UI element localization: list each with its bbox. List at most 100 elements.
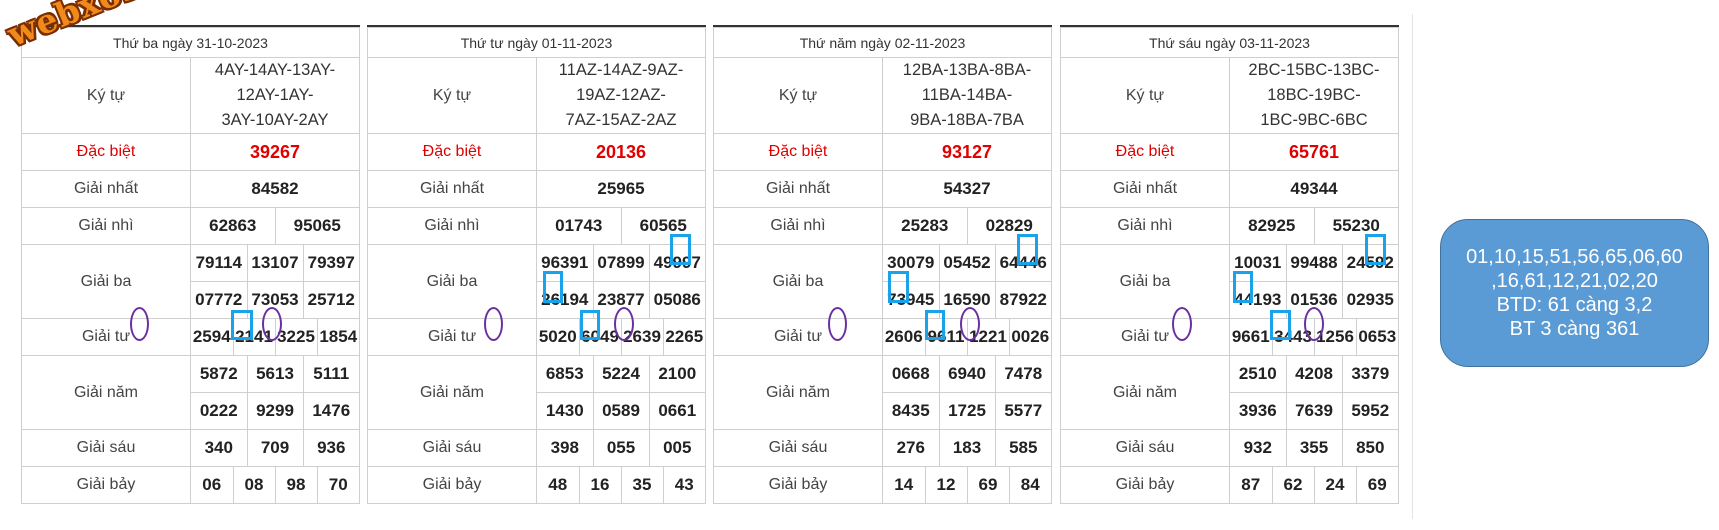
- prize-number: 1476: [303, 392, 359, 429]
- label-giai-ba: Giải ba: [713, 244, 883, 319]
- prize-number: 05086: [649, 281, 705, 318]
- prize-number: 69: [1367, 475, 1387, 494]
- prize-number: 2265: [665, 327, 704, 346]
- result-board: Thứ sáu ngày 03-11-2023 Ký tự 2BC-15BC-1…: [1060, 25, 1399, 504]
- label-giai-nhat: Giải nhất: [1060, 170, 1230, 208]
- prize-number: 84: [1020, 475, 1040, 494]
- prize-number: 5111: [313, 364, 350, 383]
- label-giai-nam: Giải năm: [713, 355, 883, 430]
- prize-number: 6049: [579, 319, 622, 355]
- prize-number: 055: [593, 430, 650, 466]
- prize-number: 8435: [883, 392, 940, 429]
- prize-number: 6853: [537, 356, 594, 393]
- prize-number: 585: [1009, 438, 1038, 457]
- prize-number: 1725: [939, 392, 996, 429]
- prize-number: 276: [883, 430, 940, 466]
- prize-number: 95065: [293, 216, 341, 235]
- first-prize-number: 84582: [190, 170, 360, 208]
- prize-number: 005: [663, 438, 692, 457]
- label-giai-nhat: Giải nhất: [713, 170, 883, 208]
- prize-number: 48: [537, 467, 580, 503]
- prize-number: 08: [233, 467, 276, 503]
- prize-number: 73945: [883, 281, 940, 318]
- label-ky-tu: Ký tự: [1060, 57, 1230, 134]
- result-table: Thứ sáu ngày 03-11-2023 Ký tự 2BC-15BC-1…: [1060, 27, 1399, 504]
- prize-number: 7639: [1286, 392, 1343, 429]
- result-board: Thứ ba ngày 31-10-2023 Ký tự 4AY-14AY-13…: [21, 25, 360, 504]
- special-prize-number: 93127: [882, 133, 1052, 171]
- prize-number: 2639: [621, 319, 664, 355]
- prize-number: 340: [191, 430, 248, 466]
- label-giai-tu: Giải tư: [21, 318, 191, 356]
- prize-number: 62: [1272, 467, 1315, 503]
- prize-number: 0661: [649, 392, 705, 429]
- prize-number: 02935: [1342, 281, 1398, 318]
- prize-number: 16590: [939, 281, 996, 318]
- board-date: Thứ năm ngày 02-11-2023: [713, 27, 1052, 58]
- prize-number: 62863: [191, 208, 276, 244]
- prize-number: 7478: [1004, 364, 1043, 383]
- code-line: 3AY-10AY-2AY: [221, 111, 329, 129]
- label-giai-bay: Giải bảy: [1060, 466, 1230, 504]
- first-prize-number: 54327: [882, 170, 1052, 208]
- prize-number: 64446: [999, 253, 1047, 272]
- result-table: Thứ năm ngày 02-11-2023 Ký tự 12BA-13BA-…: [713, 27, 1052, 504]
- prize-number: 14: [883, 467, 926, 503]
- prize-number: 30079: [883, 245, 940, 282]
- prize-number: 44193: [1230, 281, 1287, 318]
- note-line-3: BTD: 61 càng 3,2: [1496, 294, 1653, 316]
- prize-number: 79397: [307, 253, 355, 272]
- prize-number: 2606: [883, 319, 926, 355]
- label-giai-sau: Giải sáu: [713, 429, 883, 467]
- prize-number: 43: [674, 475, 694, 494]
- result-table: Thứ tư ngày 01-11-2023 Ký tự 11AZ-14AZ-9…: [367, 27, 706, 504]
- result-board: Thứ năm ngày 02-11-2023 Ký tự 12BA-13BA-…: [713, 25, 1052, 504]
- prize-number: 16: [579, 467, 622, 503]
- prize-number: 5613: [247, 356, 304, 393]
- prize-number: 02829: [985, 216, 1033, 235]
- prize-number: 23877: [593, 281, 650, 318]
- prize-number: 2141: [233, 319, 276, 355]
- prize-number: 5952: [1342, 392, 1398, 429]
- prize-number: 69: [967, 467, 1010, 503]
- code-line: 7AZ-15AZ-2AZ: [565, 111, 677, 129]
- prize-number: 55230: [1332, 216, 1380, 235]
- prize-number: 0589: [593, 392, 650, 429]
- label-giai-nhi: Giải nhì: [1060, 207, 1230, 245]
- label-giai-nhi: Giải nhì: [713, 207, 883, 245]
- prize-number: 0222: [191, 392, 248, 429]
- label-giai-tu: Giải tư: [713, 318, 883, 356]
- code-line: 9BA-18BA-7BA: [910, 111, 1024, 129]
- prize-number: 183: [939, 430, 996, 466]
- label-giai-nam: Giải năm: [1060, 355, 1230, 430]
- board-date: Thứ ba ngày 31-10-2023: [21, 27, 360, 58]
- prize-number: 60565: [639, 216, 687, 235]
- prize-number: 709: [247, 430, 304, 466]
- prize-number: 850: [1356, 438, 1385, 457]
- label-giai-tu: Giải tư: [1060, 318, 1230, 356]
- prize-number: 9299: [247, 392, 304, 429]
- prize-number: 3379: [1351, 364, 1390, 383]
- vertical-divider: [1412, 14, 1413, 519]
- prize-number: 06: [191, 467, 234, 503]
- prize-number: 79114: [191, 245, 248, 282]
- special-prize-number: 39267: [190, 133, 360, 171]
- first-prize-number: 49344: [1229, 170, 1399, 208]
- label-giai-nam: Giải năm: [367, 355, 537, 430]
- prize-number: 2100: [658, 364, 697, 383]
- prize-number: 398: [537, 430, 594, 466]
- first-prize-number: 25965: [536, 170, 706, 208]
- label-ky-tu: Ký tự: [367, 57, 537, 134]
- prize-number: 9611: [925, 319, 968, 355]
- prize-number: 5020: [537, 319, 580, 355]
- note-line-2: ,16,61,12,21,02,20: [1491, 270, 1658, 292]
- label-giai-bay: Giải bảy: [367, 466, 537, 504]
- special-prize-number: 20136: [536, 133, 706, 171]
- label-giai-nam: Giải năm: [21, 355, 191, 430]
- prize-number: 35: [621, 467, 664, 503]
- prize-number: 25712: [303, 281, 359, 318]
- prize-number: 3936: [1230, 392, 1287, 429]
- prize-number: 3443: [1272, 319, 1315, 355]
- prize-number: 01743: [537, 208, 622, 244]
- prize-number: 2510: [1230, 356, 1287, 393]
